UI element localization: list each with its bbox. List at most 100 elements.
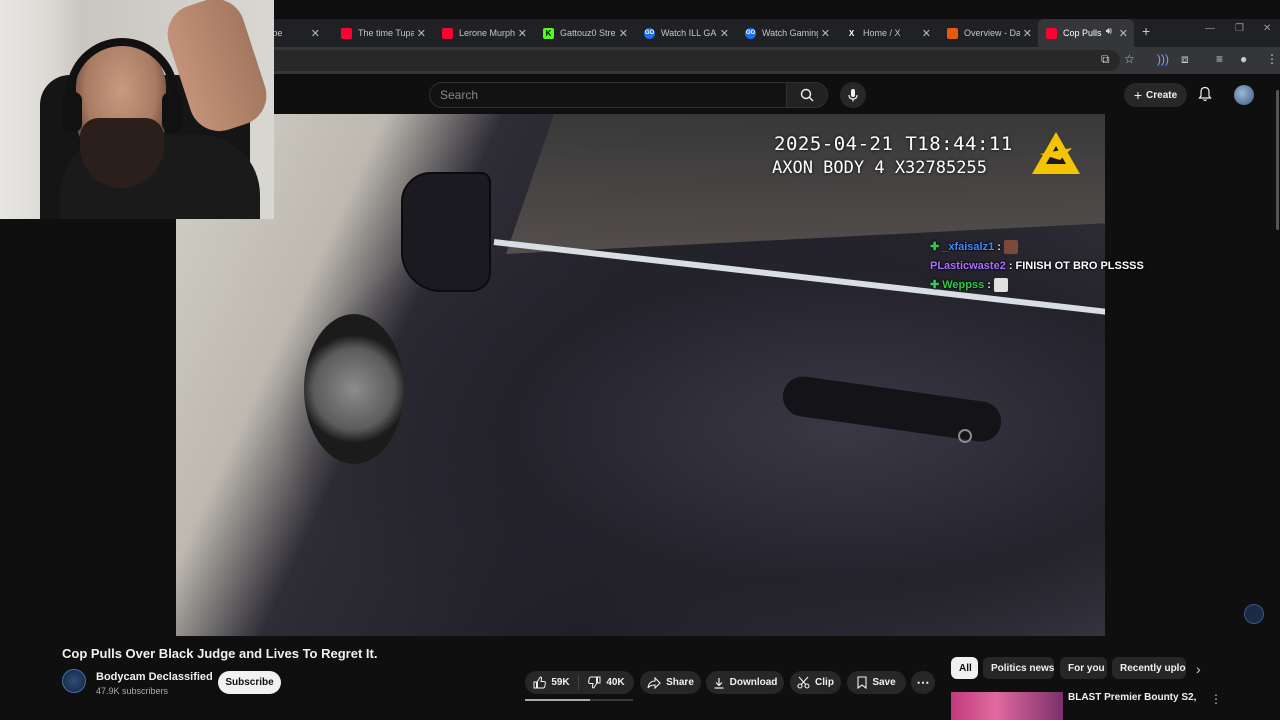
like-ratio-bar [525, 699, 633, 701]
x-logo-icon: X [848, 28, 855, 38]
extensions-puzzle-icon[interactable]: ⧈ [1181, 52, 1189, 67]
browser-tab-gaming[interactable]: GO Watch Gaming ✕ [737, 19, 836, 47]
headset-earcup-icon [62, 92, 82, 132]
subscribe-button[interactable]: Subscribe [218, 671, 281, 694]
subscriber-count: 47.9K subscribers [96, 686, 169, 696]
tab-close-icon[interactable]: ✕ [720, 27, 729, 40]
new-tab-button[interactable]: + [1142, 23, 1150, 39]
search-icon [800, 88, 814, 102]
create-label: Create [1146, 89, 1178, 101]
share-label: Share [666, 677, 694, 688]
notifications-bell-icon[interactable] [1198, 86, 1212, 102]
chip-politics-news[interactable]: Politics news [983, 657, 1054, 679]
thumbs-up-icon [533, 676, 547, 689]
save-button[interactable]: Save [847, 671, 906, 694]
dashboard-favicon-icon [947, 27, 958, 39]
like-count: 59K [551, 677, 570, 688]
tab-close-icon[interactable]: ✕ [311, 27, 320, 40]
browser-tab-overview[interactable]: Overview - Dash ✕ [939, 19, 1038, 47]
install-app-icon[interactable]: ⧉ [1101, 52, 1110, 67]
tab-close-icon[interactable]: ✕ [619, 27, 628, 40]
search-input[interactable] [429, 82, 787, 108]
tab-close-icon[interactable]: ✕ [417, 27, 426, 40]
recommended-video-menu-icon[interactable]: ⋮ [1210, 692, 1222, 706]
tab-title: Watch Gaming [762, 28, 818, 38]
voice-search-button[interactable] [840, 82, 866, 108]
tab-title: Watch ILL GAMING [661, 28, 717, 38]
window-close-icon[interactable]: ✕ [1263, 23, 1271, 34]
search-button[interactable] [786, 82, 828, 108]
chat-separator: : [987, 278, 991, 291]
bookmark-star-icon[interactable]: ☆ [1124, 52, 1135, 66]
chip-for-you[interactable]: For you [1060, 657, 1107, 679]
browser-tab-ill-gaming[interactable]: GO Watch ILL GAMING ✕ [636, 19, 735, 47]
minimize-icon[interactable]: — [1205, 23, 1215, 34]
tab-close-icon[interactable]: ✕ [821, 27, 830, 40]
video-title: Cop Pulls Over Black Judge and Lives To … [62, 646, 378, 661]
channel-watermark-icon[interactable] [1244, 604, 1264, 624]
chat-separator: : [997, 240, 1001, 253]
profile-avatar-icon[interactable]: ● [1240, 52, 1247, 66]
door-lock-image [958, 429, 972, 443]
chip-recently-uploaded[interactable]: Recently uploaded [1112, 657, 1186, 679]
chat-separator: : [1008, 259, 1013, 272]
restore-icon[interactable]: ❐ [1235, 23, 1244, 34]
download-label: Download [729, 677, 778, 688]
chat-username: Weppss [942, 278, 985, 291]
create-button[interactable]: + Create [1124, 83, 1187, 107]
browser-tab-tupac[interactable]: The time Tupac ✕ [333, 19, 432, 47]
browser-tab-active-video[interactable]: Cop Pulls Over 🔊︎ ✕ [1038, 19, 1134, 47]
browser-menu-icon[interactable]: ⋮ [1266, 52, 1278, 66]
chat-username: _xfaisalz1 [942, 240, 995, 253]
thumbs-down-icon [588, 676, 601, 689]
download-button[interactable]: Download [706, 671, 784, 694]
channel-avatar[interactable] [62, 669, 86, 693]
tab-close-icon[interactable]: ✕ [1023, 27, 1032, 40]
tab-close-icon[interactable]: ✕ [1119, 27, 1128, 40]
clip-button[interactable]: Clip [790, 671, 841, 694]
channel-name[interactable]: Bodycam Declassified [96, 671, 213, 683]
tab-title: Gattouz0 Stream [560, 28, 616, 38]
browser-tab-lerone[interactable]: Lerone Murphy ✕ [434, 19, 533, 47]
share-button[interactable]: Share [640, 671, 701, 694]
tab-title: Overview - Dash [964, 28, 1020, 38]
clip-label: Clip [815, 677, 834, 688]
chat-message: ✚ Weppss : [930, 275, 1144, 294]
page-scrollbar[interactable] [1276, 90, 1279, 230]
address-bar[interactable] [262, 50, 1120, 71]
axon-logo-icon [1032, 132, 1080, 174]
media-queue-icon[interactable]: ≡ [1216, 52, 1223, 66]
browser-tab-x[interactable]: X Home / X ✕ [838, 19, 937, 47]
tab-title: The time Tupac [358, 28, 414, 38]
tab-close-icon[interactable]: ✕ [922, 27, 931, 40]
microphone-icon [848, 89, 858, 102]
video-player[interactable]: 2025-04-21 T18:44:11 AXON BODY 4 X327852… [176, 114, 1105, 636]
chat-badge-icon: ✚ [930, 241, 940, 253]
bookmark-icon [857, 676, 867, 689]
like-button[interactable]: 59K [525, 671, 578, 694]
tab-title: Lerone Murphy [459, 28, 515, 38]
go-favicon-icon: GO [745, 27, 756, 39]
chat-message: ✚ _xfaisalz1 : [930, 237, 1144, 256]
dislike-button[interactable]: 40K [580, 671, 633, 694]
browser-tab-kick[interactable]: K Gattouz0 Stream ✕ [535, 19, 634, 47]
tab-close-icon[interactable]: ✕ [518, 27, 527, 40]
recommended-video-title[interactable]: BLAST Premier Bounty S2, [1068, 692, 1196, 703]
account-avatar[interactable] [1234, 85, 1254, 105]
chat-text: FINISH OT BRO PLSSSS [1015, 259, 1144, 272]
bodycam-device-id: AXON BODY 4 X32785255 [772, 158, 987, 178]
download-icon [714, 677, 724, 689]
more-actions-button[interactable]: ⋯ [911, 671, 935, 694]
speaker-icon[interactable]: 🔊︎ [1106, 26, 1112, 37]
like-divider [578, 675, 579, 690]
youtube-favicon-icon [1046, 27, 1057, 39]
go-favicon-icon: GO [644, 27, 655, 39]
recommended-video-thumbnail[interactable] [951, 692, 1063, 720]
side-mirror-image [401, 172, 491, 292]
chat-emote-icon [1003, 239, 1018, 254]
stream-chat-overlay: ✚ _xfaisalz1 : PLasticwaste2 : FINISH OT… [930, 237, 1144, 294]
chip-all[interactable]: All [951, 657, 978, 679]
audio-extension-icon[interactable]: ))) [1157, 52, 1169, 66]
chevron-right-icon[interactable]: › [1196, 661, 1201, 677]
chat-message: PLasticwaste2 : FINISH OT BRO PLSSSS [930, 256, 1144, 275]
